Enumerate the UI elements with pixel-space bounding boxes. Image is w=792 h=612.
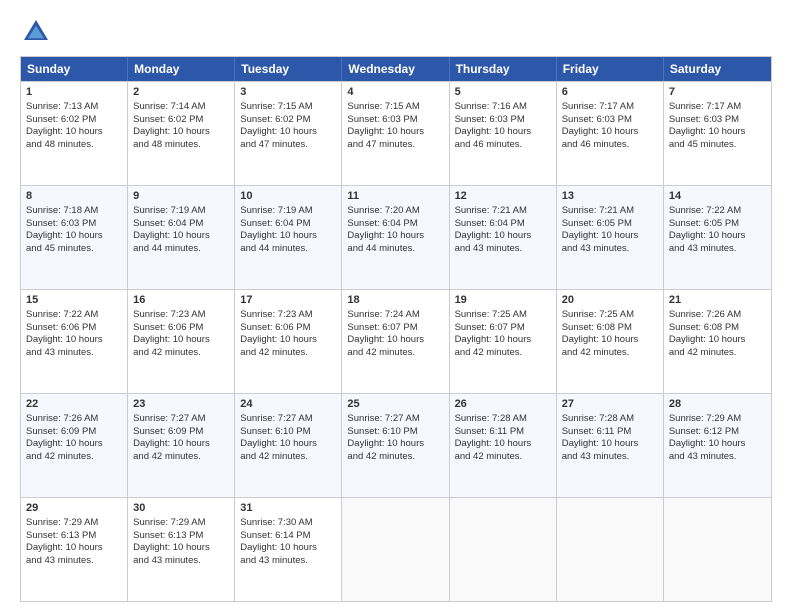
calendar-row: 15Sunrise: 7:22 AMSunset: 6:06 PMDayligh… <box>21 289 771 393</box>
header-day: Monday <box>128 57 235 81</box>
calendar-cell: 25Sunrise: 7:27 AMSunset: 6:10 PMDayligh… <box>342 394 449 497</box>
logo <box>20 16 56 48</box>
calendar-cell: 19Sunrise: 7:25 AMSunset: 6:07 PMDayligh… <box>450 290 557 393</box>
calendar-cell: 2Sunrise: 7:14 AMSunset: 6:02 PMDaylight… <box>128 82 235 185</box>
calendar-cell: 7Sunrise: 7:17 AMSunset: 6:03 PMDaylight… <box>664 82 771 185</box>
calendar-header: SundayMondayTuesdayWednesdayThursdayFrid… <box>21 57 771 81</box>
calendar-row: 1Sunrise: 7:13 AMSunset: 6:02 PMDaylight… <box>21 81 771 185</box>
calendar-cell: 29Sunrise: 7:29 AMSunset: 6:13 PMDayligh… <box>21 498 128 601</box>
calendar-cell: 30Sunrise: 7:29 AMSunset: 6:13 PMDayligh… <box>128 498 235 601</box>
calendar-cell: 15Sunrise: 7:22 AMSunset: 6:06 PMDayligh… <box>21 290 128 393</box>
calendar-cell: 24Sunrise: 7:27 AMSunset: 6:10 PMDayligh… <box>235 394 342 497</box>
calendar-row: 22Sunrise: 7:26 AMSunset: 6:09 PMDayligh… <box>21 393 771 497</box>
header-day: Saturday <box>664 57 771 81</box>
calendar-cell: 21Sunrise: 7:26 AMSunset: 6:08 PMDayligh… <box>664 290 771 393</box>
calendar-cell: 20Sunrise: 7:25 AMSunset: 6:08 PMDayligh… <box>557 290 664 393</box>
header-day: Friday <box>557 57 664 81</box>
calendar-cell: 28Sunrise: 7:29 AMSunset: 6:12 PMDayligh… <box>664 394 771 497</box>
calendar-body: 1Sunrise: 7:13 AMSunset: 6:02 PMDaylight… <box>21 81 771 601</box>
header-day: Sunday <box>21 57 128 81</box>
calendar-cell: 13Sunrise: 7:21 AMSunset: 6:05 PMDayligh… <box>557 186 664 289</box>
calendar-cell <box>664 498 771 601</box>
calendar-row: 29Sunrise: 7:29 AMSunset: 6:13 PMDayligh… <box>21 497 771 601</box>
calendar-cell: 22Sunrise: 7:26 AMSunset: 6:09 PMDayligh… <box>21 394 128 497</box>
header-day: Thursday <box>450 57 557 81</box>
calendar-cell: 5Sunrise: 7:16 AMSunset: 6:03 PMDaylight… <box>450 82 557 185</box>
calendar-cell <box>557 498 664 601</box>
calendar-cell: 3Sunrise: 7:15 AMSunset: 6:02 PMDaylight… <box>235 82 342 185</box>
calendar-cell: 31Sunrise: 7:30 AMSunset: 6:14 PMDayligh… <box>235 498 342 601</box>
header-day: Wednesday <box>342 57 449 81</box>
calendar: SundayMondayTuesdayWednesdayThursdayFrid… <box>20 56 772 602</box>
page: SundayMondayTuesdayWednesdayThursdayFrid… <box>0 0 792 612</box>
calendar-cell: 9Sunrise: 7:19 AMSunset: 6:04 PMDaylight… <box>128 186 235 289</box>
header <box>20 16 772 48</box>
calendar-cell: 4Sunrise: 7:15 AMSunset: 6:03 PMDaylight… <box>342 82 449 185</box>
calendar-cell: 1Sunrise: 7:13 AMSunset: 6:02 PMDaylight… <box>21 82 128 185</box>
calendar-cell: 10Sunrise: 7:19 AMSunset: 6:04 PMDayligh… <box>235 186 342 289</box>
calendar-cell: 12Sunrise: 7:21 AMSunset: 6:04 PMDayligh… <box>450 186 557 289</box>
calendar-cell <box>450 498 557 601</box>
logo-icon <box>20 16 52 48</box>
calendar-cell <box>342 498 449 601</box>
calendar-cell: 17Sunrise: 7:23 AMSunset: 6:06 PMDayligh… <box>235 290 342 393</box>
calendar-cell: 18Sunrise: 7:24 AMSunset: 6:07 PMDayligh… <box>342 290 449 393</box>
calendar-cell: 11Sunrise: 7:20 AMSunset: 6:04 PMDayligh… <box>342 186 449 289</box>
calendar-cell: 6Sunrise: 7:17 AMSunset: 6:03 PMDaylight… <box>557 82 664 185</box>
calendar-cell: 14Sunrise: 7:22 AMSunset: 6:05 PMDayligh… <box>664 186 771 289</box>
header-day: Tuesday <box>235 57 342 81</box>
calendar-cell: 26Sunrise: 7:28 AMSunset: 6:11 PMDayligh… <box>450 394 557 497</box>
calendar-cell: 27Sunrise: 7:28 AMSunset: 6:11 PMDayligh… <box>557 394 664 497</box>
calendar-row: 8Sunrise: 7:18 AMSunset: 6:03 PMDaylight… <box>21 185 771 289</box>
calendar-cell: 16Sunrise: 7:23 AMSunset: 6:06 PMDayligh… <box>128 290 235 393</box>
calendar-cell: 8Sunrise: 7:18 AMSunset: 6:03 PMDaylight… <box>21 186 128 289</box>
calendar-cell: 23Sunrise: 7:27 AMSunset: 6:09 PMDayligh… <box>128 394 235 497</box>
